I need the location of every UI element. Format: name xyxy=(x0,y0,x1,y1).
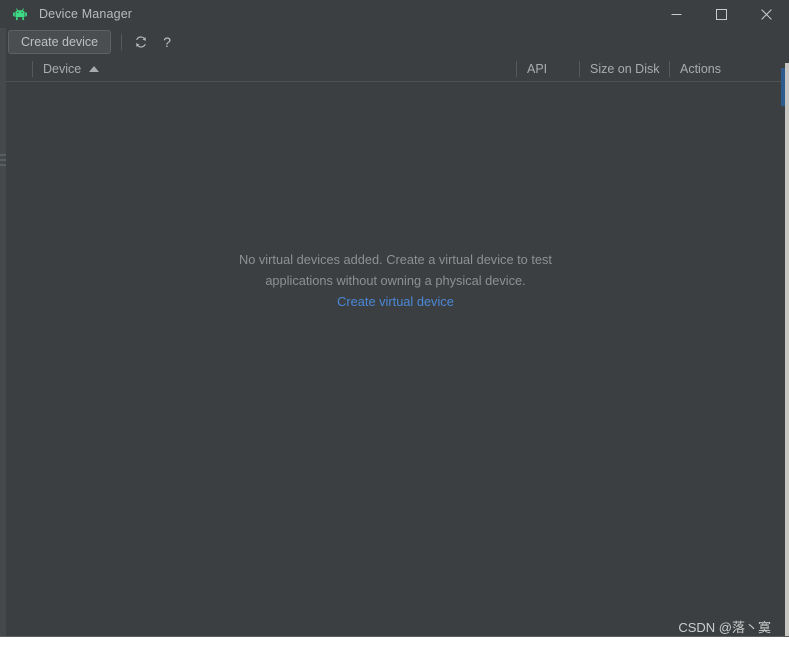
empty-state-message-line2: applications without owning a physical d… xyxy=(265,273,526,288)
column-header-size-on-disk[interactable]: Size on Disk xyxy=(580,57,669,81)
maximize-button[interactable] xyxy=(699,0,744,28)
column-label-actions: Actions xyxy=(680,62,721,76)
title-bar: Device Manager xyxy=(0,0,789,28)
empty-state-message-line1: No virtual devices added. Create a virtu… xyxy=(239,252,552,267)
create-device-button[interactable]: Create device xyxy=(8,30,112,54)
android-robot-icon xyxy=(13,8,27,21)
minimize-button[interactable] xyxy=(654,0,699,28)
column-label-size-on-disk: Size on Disk xyxy=(590,62,660,76)
refresh-button[interactable] xyxy=(131,32,151,52)
column-label-api: API xyxy=(527,62,548,76)
toolbar: Create device ? xyxy=(6,28,785,56)
window-controls xyxy=(654,0,789,28)
toolbar-separator xyxy=(121,34,123,50)
help-button[interactable]: ? xyxy=(157,32,177,52)
column-header-select[interactable] xyxy=(6,57,32,81)
sort-ascending-icon xyxy=(89,66,100,72)
right-edge-strip xyxy=(785,63,789,637)
device-manager-window: Device Manager Create device ? Device AP… xyxy=(0,0,789,645)
window-title: Device Manager xyxy=(39,7,133,21)
create-virtual-device-link[interactable]: Create virtual device xyxy=(337,294,454,309)
right-edge-blue-accent xyxy=(781,68,785,106)
close-button[interactable] xyxy=(744,0,789,28)
bottom-edge-strip xyxy=(0,637,789,645)
device-table-header: Device API Size on Disk Actions xyxy=(6,57,785,82)
column-label-device: Device xyxy=(43,62,82,76)
watermark: CSDN @落丶寞 xyxy=(678,620,771,635)
column-header-api[interactable]: API xyxy=(517,57,579,81)
empty-state-panel: No virtual devices added. Create a virtu… xyxy=(6,82,785,636)
column-header-actions[interactable]: Actions xyxy=(670,57,785,81)
column-header-device[interactable]: Device xyxy=(33,57,516,81)
refresh-icon xyxy=(136,36,147,48)
